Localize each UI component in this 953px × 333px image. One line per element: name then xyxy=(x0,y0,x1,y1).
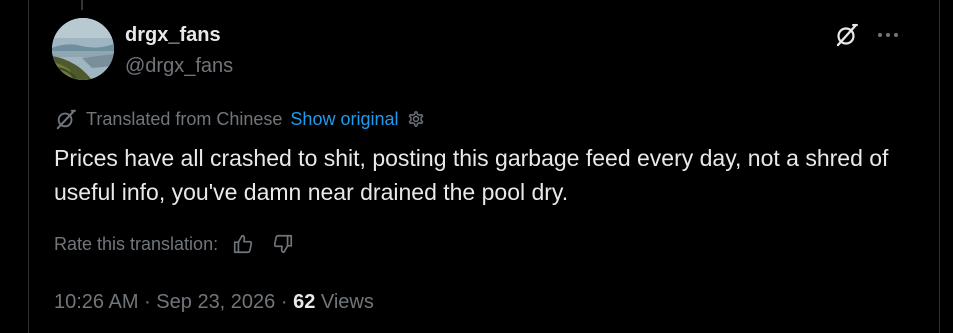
translation-notice: Translated from Chinese Show original xyxy=(55,106,426,132)
more-options-button[interactable] xyxy=(873,21,903,49)
avatar[interactable] xyxy=(52,18,114,80)
translated-from-label: Translated from Chinese xyxy=(86,109,283,129)
rate-translation-row: Rate this translation: xyxy=(54,231,294,257)
views-label: Views xyxy=(315,290,374,313)
post-meta: 10:26 AM · Sep 23, 2026 · 62 Views xyxy=(54,288,374,316)
show-original-link[interactable]: Show original xyxy=(290,106,398,132)
author-display-name[interactable]: drgx_fans xyxy=(125,22,221,48)
thumbs-up-button[interactable] xyxy=(232,233,254,255)
grok-button[interactable] xyxy=(833,21,861,49)
rate-translation-label: Rate this translation: xyxy=(54,233,219,254)
post-text: Prices have all crashed to shit, posting… xyxy=(54,145,889,205)
post-date[interactable]: Sep 23, 2026 xyxy=(156,291,275,314)
post-time[interactable]: 10:26 AM xyxy=(54,291,139,314)
meta-separator: · xyxy=(275,290,294,313)
more-icon xyxy=(878,33,898,37)
grok-icon xyxy=(836,23,858,47)
author-handle[interactable]: @drgx_fans xyxy=(125,53,233,79)
thumbs-down-button[interactable] xyxy=(272,233,294,255)
meta-separator: · xyxy=(138,290,157,313)
thread-connector-line xyxy=(81,0,83,10)
thumbs-up-icon xyxy=(234,234,253,254)
settings-icon[interactable] xyxy=(406,109,426,129)
thumbs-down-icon xyxy=(273,234,293,254)
translate-icon xyxy=(55,108,77,130)
views-count: 62 xyxy=(293,290,316,313)
